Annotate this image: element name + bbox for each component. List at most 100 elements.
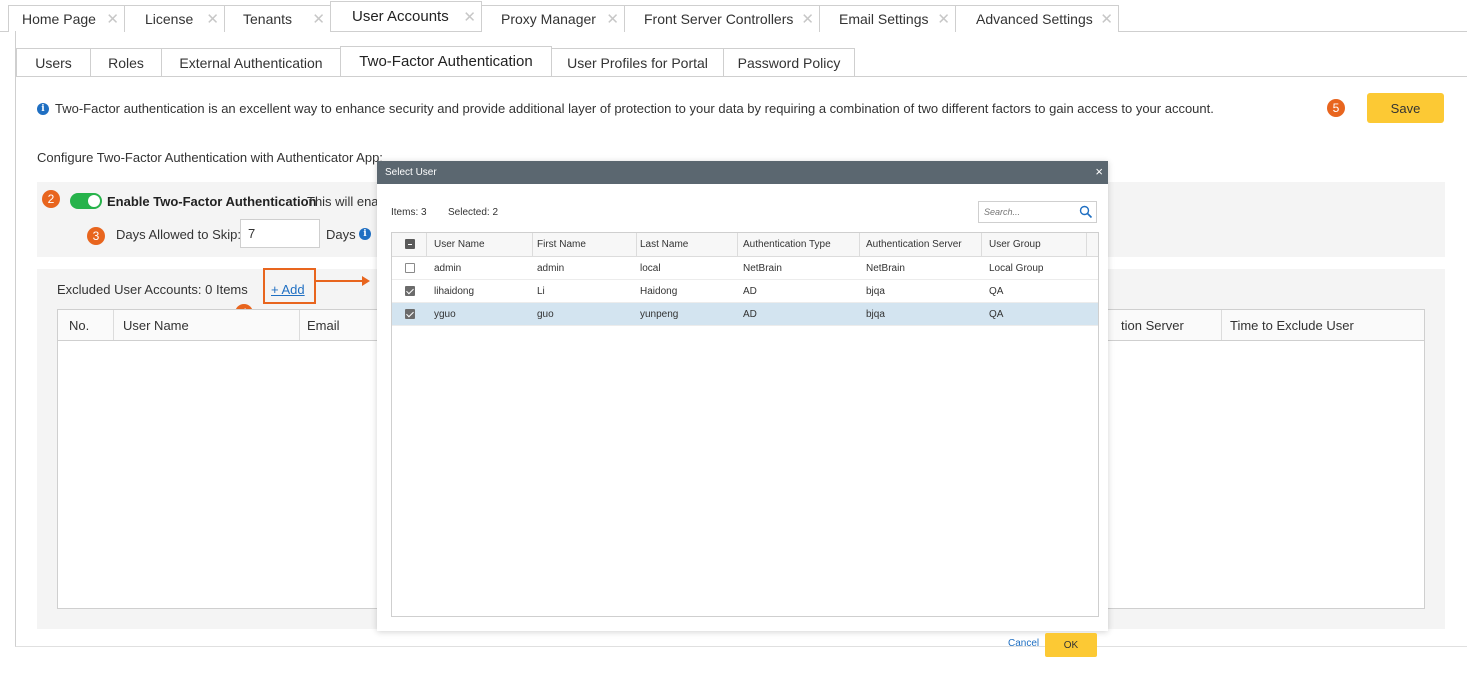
column-header-no[interactable]: No. <box>69 318 89 333</box>
search-icon[interactable] <box>1079 205 1093 219</box>
column-separator <box>113 310 114 340</box>
tab-users[interactable]: Users <box>16 48 91 76</box>
user-grid: User Name First Name Last Name Authentic… <box>391 232 1099 617</box>
search-input[interactable] <box>979 202 1069 222</box>
tab-home-page[interactable]: Home Page ✕ <box>8 5 125 32</box>
column-separator <box>859 233 860 256</box>
row-checkbox[interactable] <box>405 286 415 296</box>
dialog-title: Select User <box>385 167 437 178</box>
column-header-authentication-type[interactable]: Authentication Type <box>743 239 831 250</box>
ok-button[interactable]: OK <box>1045 633 1097 657</box>
info-icon: i <box>37 102 49 115</box>
info-icon[interactable]: i <box>359 228 371 240</box>
cell-first-name: guo <box>537 309 554 320</box>
column-header-time-to-exclude[interactable]: Time to Exclude User <box>1230 318 1354 333</box>
days-allowed-to-skip-label: Days Allowed to Skip: <box>116 227 242 242</box>
add-excluded-user-link[interactable]: + Add <box>271 282 305 297</box>
tab-two-factor-authentication[interactable]: Two-Factor Authentication <box>340 46 552 76</box>
tab-label: Advanced Settings <box>976 11 1093 27</box>
cell-user-group: QA <box>989 286 1004 297</box>
select-all-checkbox[interactable] <box>405 239 415 249</box>
tab-label: License <box>145 11 194 27</box>
tab-user-profiles-for-portal[interactable]: User Profiles for Portal <box>551 48 724 76</box>
column-header-user-name[interactable]: User Name <box>123 318 189 333</box>
excluded-user-accounts-label: Excluded User Accounts: 0 Items <box>57 282 248 297</box>
tab-label: Two-Factor Authentication <box>359 53 533 70</box>
table-row[interactable]: yguo guo yunpeng AD bjqa QA <box>392 303 1098 326</box>
tab-roles[interactable]: Roles <box>90 48 162 76</box>
tab-user-accounts[interactable]: User Accounts ✕ <box>330 1 482 31</box>
row-checkbox[interactable] <box>405 309 415 319</box>
save-button[interactable]: Save <box>1367 93 1444 123</box>
column-header-email[interactable]: Email <box>307 318 340 333</box>
column-header-authentication-server[interactable]: Authentication Server <box>866 239 962 250</box>
tab-password-policy[interactable]: Password Policy <box>723 48 855 76</box>
cell-authentication-server: bjqa <box>866 286 885 297</box>
tab-external-authentication[interactable]: External Authentication <box>161 48 341 76</box>
cell-last-name: yunpeng <box>640 309 679 320</box>
tab-front-server-controllers[interactable]: Front Server Controllers ✕ <box>624 5 820 32</box>
close-icon[interactable]: ✕ <box>106 10 119 28</box>
select-user-dialog: Select User × Items: 3 Selected: 2 User … <box>377 161 1108 657</box>
cell-last-name: local <box>640 263 661 274</box>
close-icon[interactable]: ✕ <box>1100 10 1113 28</box>
tab-label: Tenants <box>243 11 293 27</box>
tab-email-settings[interactable]: Email Settings ✕ <box>819 5 956 32</box>
tab-label: User Accounts <box>352 8 449 25</box>
column-header-last-name[interactable]: Last Name <box>640 239 688 250</box>
annotation-badge-5: 5 <box>1327 99 1345 117</box>
tab-label: User Profiles for Portal <box>567 54 708 71</box>
close-icon[interactable]: ✕ <box>206 10 219 28</box>
column-header-user-group[interactable]: User Group <box>989 239 1041 250</box>
cell-authentication-type: AD <box>743 309 757 320</box>
column-separator <box>426 233 427 256</box>
column-header-first-name[interactable]: First Name <box>537 239 586 250</box>
row-checkbox[interactable] <box>405 263 415 273</box>
column-separator <box>299 310 300 340</box>
column-header-authentication-server[interactable]: tion Server <box>1121 318 1184 333</box>
enable-2fa-label: Enable Two-Factor Authentication <box>107 194 317 209</box>
column-header-user-name[interactable]: User Name <box>434 239 485 250</box>
top-tab-bar: Home Page ✕ License ✕ Tenants ✕ User Accoun… <box>8 1 1119 32</box>
close-icon[interactable]: ✕ <box>463 8 476 26</box>
tab-label: External Authentication <box>179 54 323 71</box>
cell-first-name: admin <box>537 263 565 274</box>
cell-first-name: Li <box>537 286 545 297</box>
annotation-badge-2: 2 <box>42 190 60 208</box>
days-allowed-to-skip-input[interactable] <box>240 219 320 248</box>
close-icon[interactable]: ✕ <box>937 10 950 28</box>
tab-label: Roles <box>108 54 144 71</box>
close-icon[interactable]: ✕ <box>801 10 814 28</box>
annotation-arrow-head <box>362 276 370 286</box>
column-separator <box>636 233 637 256</box>
cell-last-name: Haidong <box>640 286 678 297</box>
tab-license[interactable]: License ✕ <box>124 5 225 32</box>
config-label: Configure Two-Factor Authentication with… <box>37 150 383 165</box>
tab-label: Users <box>35 54 72 71</box>
tab-proxy-manager[interactable]: Proxy Manager ✕ <box>481 5 625 32</box>
close-icon[interactable]: ✕ <box>312 10 325 28</box>
dialog-titlebar: Select User × <box>377 161 1108 184</box>
cancel-button[interactable]: Cancel <box>1008 638 1039 649</box>
sub-tab-bar: Users Roles External Authentication Two-… <box>16 46 855 76</box>
tab-advanced-settings[interactable]: Advanced Settings ✕ <box>955 5 1119 32</box>
enable-2fa-toggle[interactable] <box>70 193 102 209</box>
cell-user-name: yguo <box>434 309 456 320</box>
enable-2fa-description: This will enal <box>307 194 382 209</box>
table-row[interactable]: admin admin local NetBrain NetBrain Loca… <box>392 257 1098 280</box>
column-separator <box>1221 310 1222 340</box>
annotation-badge-3: 3 <box>87 227 105 245</box>
tab-label: Home Page <box>22 11 96 27</box>
cell-user-name: admin <box>434 263 462 274</box>
items-count: Items: 3 <box>391 207 427 218</box>
info-text: Two-Factor authentication is an excellen… <box>55 101 1214 116</box>
close-icon[interactable]: × <box>1095 164 1103 179</box>
tab-tenants[interactable]: Tenants ✕ <box>224 5 331 32</box>
cell-user-name: lihaidong <box>434 286 475 297</box>
cell-authentication-type: NetBrain <box>743 263 782 274</box>
table-row[interactable]: lihaidong Li Haidong AD bjqa QA <box>392 280 1098 303</box>
cell-authentication-server: NetBrain <box>866 263 905 274</box>
column-separator <box>532 233 533 256</box>
close-icon[interactable]: ✕ <box>606 10 619 28</box>
info-banner: i Two-Factor authentication is an excell… <box>37 101 1214 116</box>
